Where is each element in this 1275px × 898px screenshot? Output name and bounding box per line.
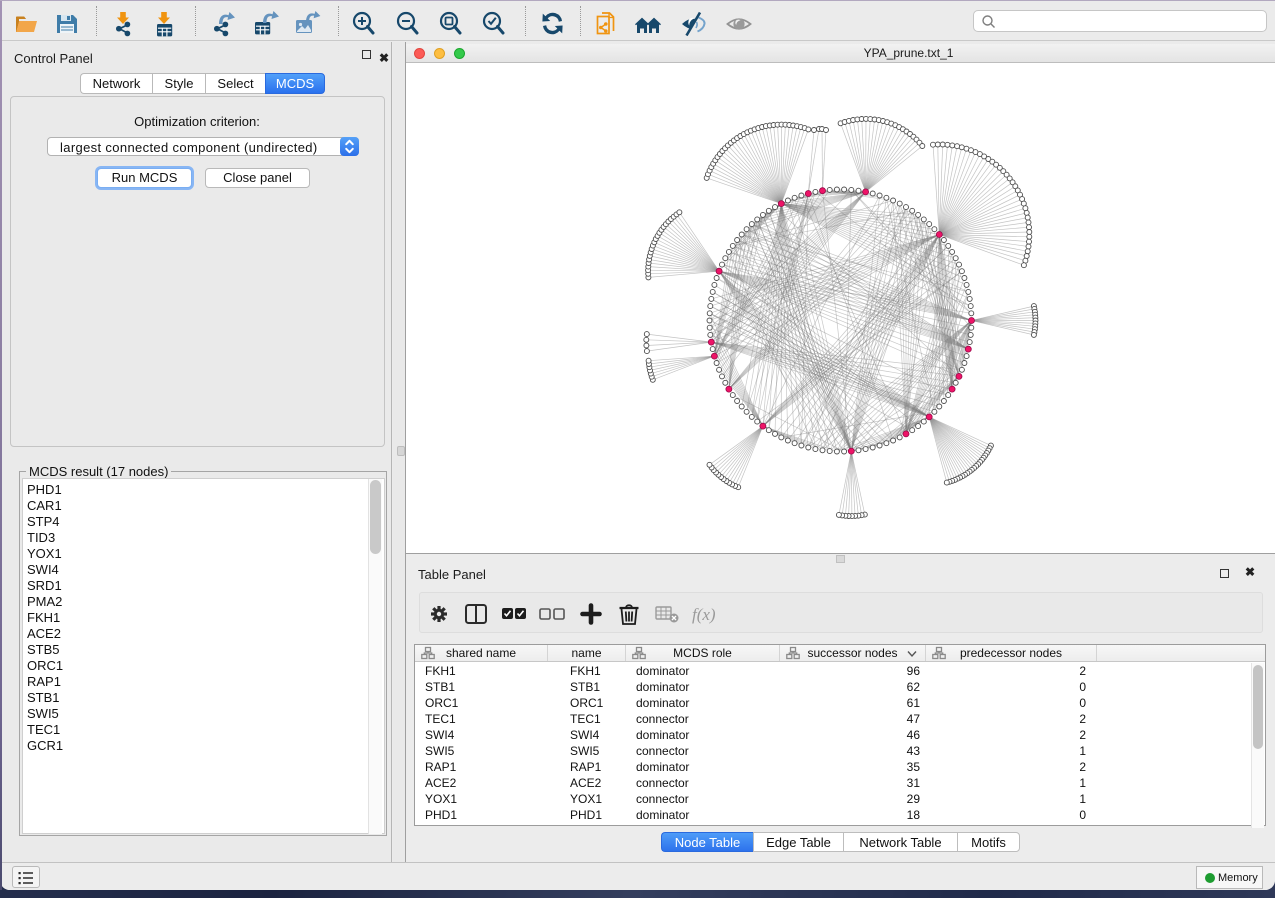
svg-text:f(x): f(x)	[692, 605, 716, 624]
